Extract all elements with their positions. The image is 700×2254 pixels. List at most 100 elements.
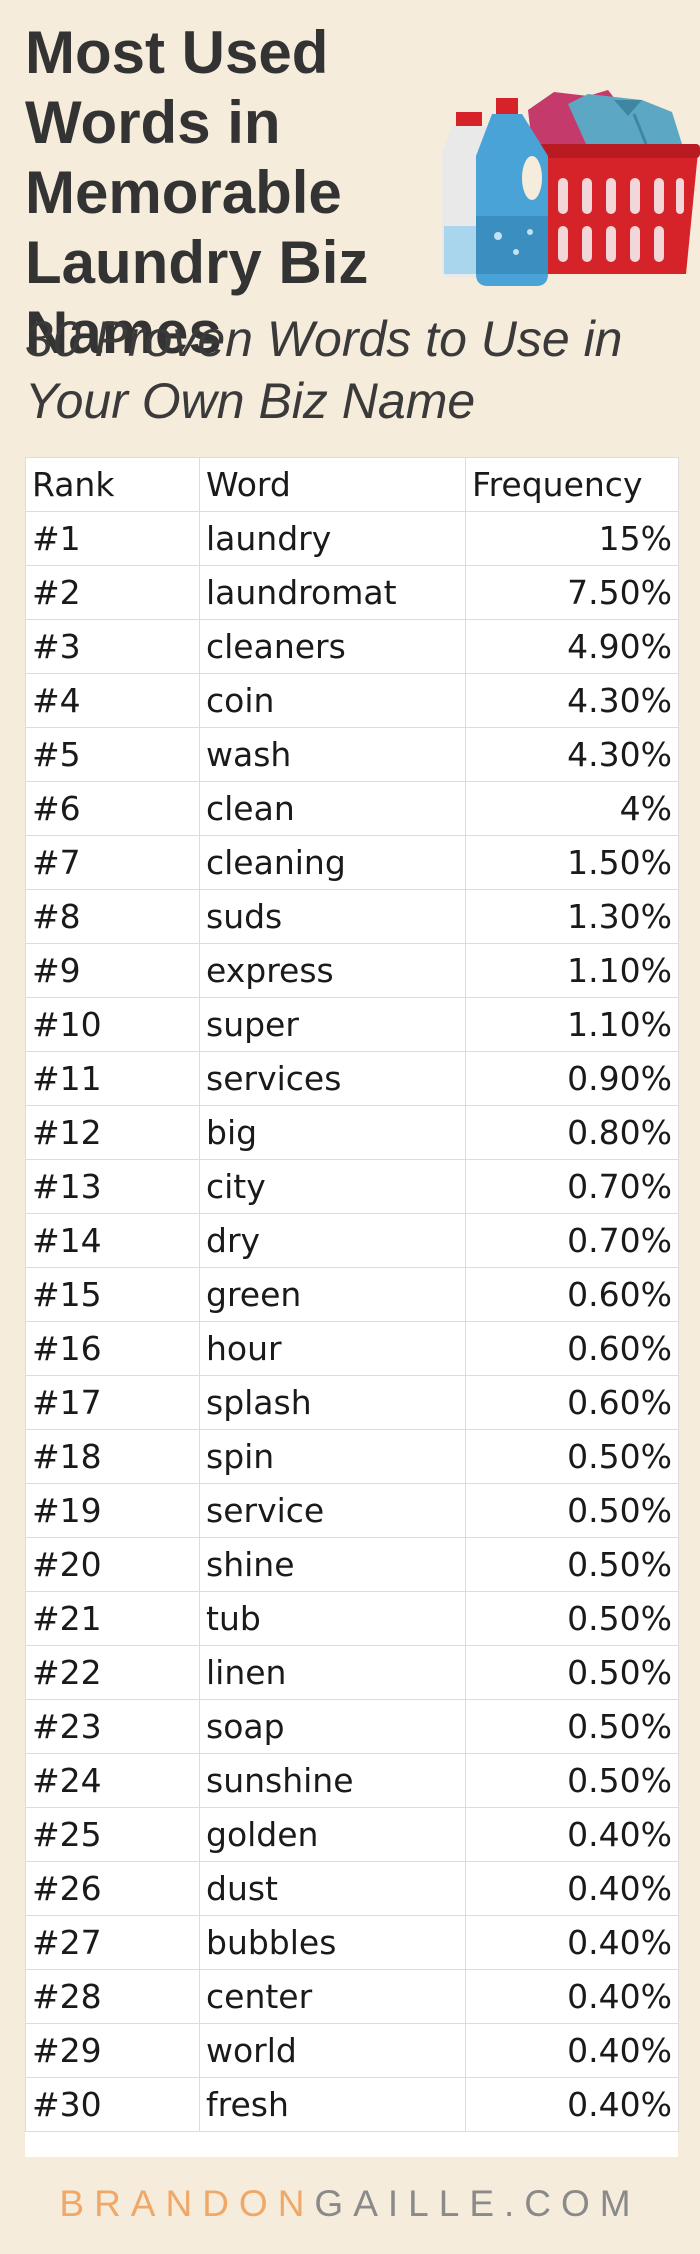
table-row: #10 super 1.10% xyxy=(25,997,679,1052)
frequency-cell: 15% xyxy=(465,511,679,566)
word-cell: world xyxy=(199,2023,466,2078)
rank-cell: #20 xyxy=(25,1537,200,1592)
frequency-cell: 0.50% xyxy=(465,1591,679,1646)
word-cell: sunshine xyxy=(199,1753,466,1808)
rank-cell: #13 xyxy=(25,1159,200,1214)
word-cell: wash xyxy=(199,727,466,782)
rank-cell: #18 xyxy=(25,1429,200,1484)
frequency-cell: 0.40% xyxy=(465,1915,679,1970)
frequency-cell: 1.10% xyxy=(465,997,679,1052)
rank-cell: #28 xyxy=(25,1969,200,2024)
table-row: #18 spin 0.50% xyxy=(25,1429,679,1484)
frequency-cell: 1.30% xyxy=(465,889,679,944)
rank-cell: #22 xyxy=(25,1645,200,1700)
rank-cell: #27 xyxy=(25,1915,200,1970)
table-row: #22 linen 0.50% xyxy=(25,1645,679,1700)
frequency-cell: 0.50% xyxy=(465,1699,679,1754)
rank-cell: #1 xyxy=(25,511,200,566)
word-cell: bubbles xyxy=(199,1915,466,1970)
rank-cell: #29 xyxy=(25,2023,200,2078)
frequency-cell: 4% xyxy=(465,781,679,836)
table-row: #3 cleaners 4.90% xyxy=(25,619,679,674)
frequency-cell: 1.10% xyxy=(465,943,679,998)
table-row: #27 bubbles 0.40% xyxy=(25,1915,679,1970)
frequency-cell: 0.50% xyxy=(465,1753,679,1808)
frequency-cell: 7.50% xyxy=(465,565,679,620)
table-row: #7 cleaning 1.50% xyxy=(25,835,679,890)
frequency-cell: 0.40% xyxy=(465,1861,679,1916)
frequency-cell: 0.60% xyxy=(465,1267,679,1322)
rank-cell: #10 xyxy=(25,997,200,1052)
header-word: Word xyxy=(199,457,466,512)
rank-cell: #23 xyxy=(25,1699,200,1754)
word-cell: service xyxy=(199,1483,466,1538)
frequency-cell: 0.70% xyxy=(465,1213,679,1268)
rank-cell: #15 xyxy=(25,1267,200,1322)
laundry-basket-icon xyxy=(524,144,700,274)
table-row: #21 tub 0.50% xyxy=(25,1591,679,1646)
table-row: #26 dust 0.40% xyxy=(25,1861,679,1916)
table-row: #24 sunshine 0.50% xyxy=(25,1753,679,1808)
rank-cell: #30 xyxy=(25,2077,200,2132)
rank-cell: #7 xyxy=(25,835,200,890)
table-body: #1 laundry 15% #2 laundromat 7.50% #3 cleaners 4… xyxy=(25,511,679,2132)
frequency-cell: 0.50% xyxy=(465,1537,679,1592)
rank-cell: #21 xyxy=(25,1591,200,1646)
word-cell: super xyxy=(199,997,466,1052)
word-cell: clean xyxy=(199,781,466,836)
rank-cell: #17 xyxy=(25,1375,200,1430)
table-row: #6 clean 4% xyxy=(25,781,679,836)
header-frequency: Frequency xyxy=(465,457,679,512)
word-cell: suds xyxy=(199,889,466,944)
laundry-illustration xyxy=(442,90,700,286)
table-row: #4 coin 4.30% xyxy=(25,673,679,728)
frequency-cell: 0.90% xyxy=(465,1051,679,1106)
table-row: #11 services 0.90% xyxy=(25,1051,679,1106)
table-row: #17 splash 0.60% xyxy=(25,1375,679,1430)
table-row: #25 golden 0.40% xyxy=(25,1807,679,1862)
rank-cell: #11 xyxy=(25,1051,200,1106)
word-cell: spin xyxy=(199,1429,466,1484)
table-row: #8 suds 1.30% xyxy=(25,889,679,944)
frequency-cell: 0.50% xyxy=(465,1483,679,1538)
frequency-cell: 0.40% xyxy=(465,1969,679,2024)
table-row: #29 world 0.40% xyxy=(25,2023,679,2078)
table-row: #15 green 0.60% xyxy=(25,1267,679,1322)
brand-name-part1: BRANDON xyxy=(59,2183,315,2224)
table-header-row: Rank Word Frequency xyxy=(25,457,679,512)
table-row: #28 center 0.40% xyxy=(25,1969,679,2024)
rank-cell: #5 xyxy=(25,727,200,782)
rank-cell: #2 xyxy=(25,565,200,620)
frequency-cell: 0.50% xyxy=(465,1645,679,1700)
frequency-cell: 0.50% xyxy=(465,1429,679,1484)
rank-cell: #16 xyxy=(25,1321,200,1376)
table-row: #20 shine 0.50% xyxy=(25,1537,679,1592)
header-rank: Rank xyxy=(25,457,200,512)
rank-cell: #12 xyxy=(25,1105,200,1160)
word-cell: fresh xyxy=(199,2077,466,2132)
word-cell: center xyxy=(199,1969,466,2024)
table-row: #19 service 0.50% xyxy=(25,1483,679,1538)
table-row: #13 city 0.70% xyxy=(25,1159,679,1214)
word-cell: big xyxy=(199,1105,466,1160)
frequency-cell: 4.30% xyxy=(465,673,679,728)
word-cell: services xyxy=(199,1051,466,1106)
table-row: #30 fresh 0.40% xyxy=(25,2077,679,2132)
page-subtitle: 30 Proven Words to Use in Your Own Biz N… xyxy=(25,311,623,429)
rank-cell: #26 xyxy=(25,1861,200,1916)
word-cell: shine xyxy=(199,1537,466,1592)
rank-cell: #25 xyxy=(25,1807,200,1862)
frequency-cell: 0.40% xyxy=(465,2077,679,2132)
table-row: #23 soap 0.50% xyxy=(25,1699,679,1754)
rank-cell: #6 xyxy=(25,781,200,836)
table-row: #5 wash 4.30% xyxy=(25,727,679,782)
word-cell: dry xyxy=(199,1213,466,1268)
frequency-cell: 0.40% xyxy=(465,2023,679,2078)
shirt-icon xyxy=(528,90,682,145)
word-cell: dust xyxy=(199,1861,466,1916)
brand-footer: BRANDONGAILLE.COM xyxy=(0,2180,700,2228)
table-row: #2 laundromat 7.50% xyxy=(25,565,679,620)
word-cell: cleaners xyxy=(199,619,466,674)
frequency-cell: 0.80% xyxy=(465,1105,679,1160)
word-cell: hour xyxy=(199,1321,466,1376)
